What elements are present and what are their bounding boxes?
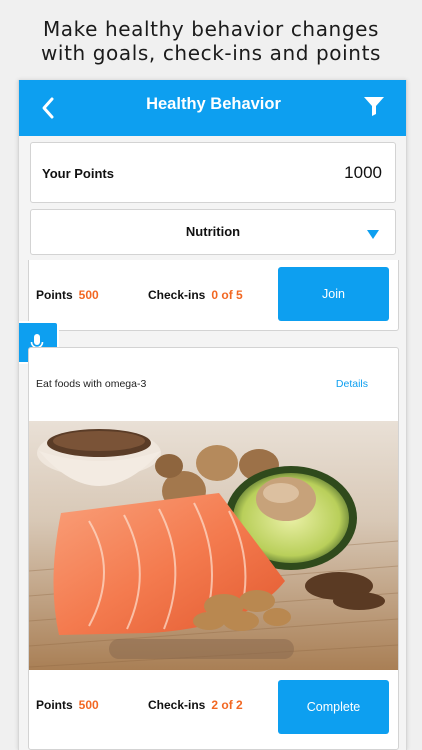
- goal-food-image: [29, 421, 398, 670]
- goal-card: Points 500 Check-ins 0 of 5 Join: [28, 260, 399, 331]
- goal-card: Eat foods with omega-3 Details Points 50…: [28, 347, 399, 750]
- goal-points-label: Points: [36, 288, 73, 302]
- goal-points: Points 500: [36, 698, 99, 712]
- goal-checkins-label: Check-ins: [148, 698, 206, 712]
- goal-points-value: 500: [78, 698, 99, 712]
- join-button[interactable]: Join: [278, 267, 389, 321]
- details-link[interactable]: Details: [336, 378, 368, 390]
- category-selected: Nutrition: [185, 224, 241, 239]
- goal-title: Eat foods with omega-3: [36, 378, 147, 390]
- promo-line-2: with goals, check-ins and points: [40, 41, 382, 65]
- filter-icon[interactable]: [362, 94, 386, 118]
- points-summary-card: Your Points 1000: [30, 142, 396, 203]
- points-value: 1000: [344, 163, 382, 182]
- category-dropdown[interactable]: Nutrition: [30, 209, 396, 255]
- app-screen: Healthy Behavior Your Points 1000 Nutrit…: [18, 80, 407, 750]
- top-bar: Healthy Behavior: [19, 80, 406, 136]
- page-title: Healthy Behavior: [146, 95, 281, 113]
- goal-points-label: Points: [36, 698, 73, 712]
- promo-caption: Make healthy behavior changes with goals…: [0, 0, 422, 80]
- dropdown-triangle-icon: [367, 227, 379, 239]
- goal-checkins-value: 0 of 5: [211, 288, 243, 302]
- goal-points-value: 500: [78, 288, 99, 302]
- points-label: Your Points: [42, 166, 114, 181]
- goal-checkins: Check-ins 0 of 5: [148, 288, 243, 302]
- goal-checkins-value: 2 of 2: [211, 698, 243, 712]
- goal-checkins: Check-ins 2 of 2: [148, 698, 243, 712]
- goal-checkins-label: Check-ins: [148, 288, 206, 302]
- promo-line-1: Make healthy behavior changes: [42, 17, 380, 41]
- complete-button[interactable]: Complete: [278, 680, 389, 734]
- goal-points: Points 500: [36, 288, 99, 302]
